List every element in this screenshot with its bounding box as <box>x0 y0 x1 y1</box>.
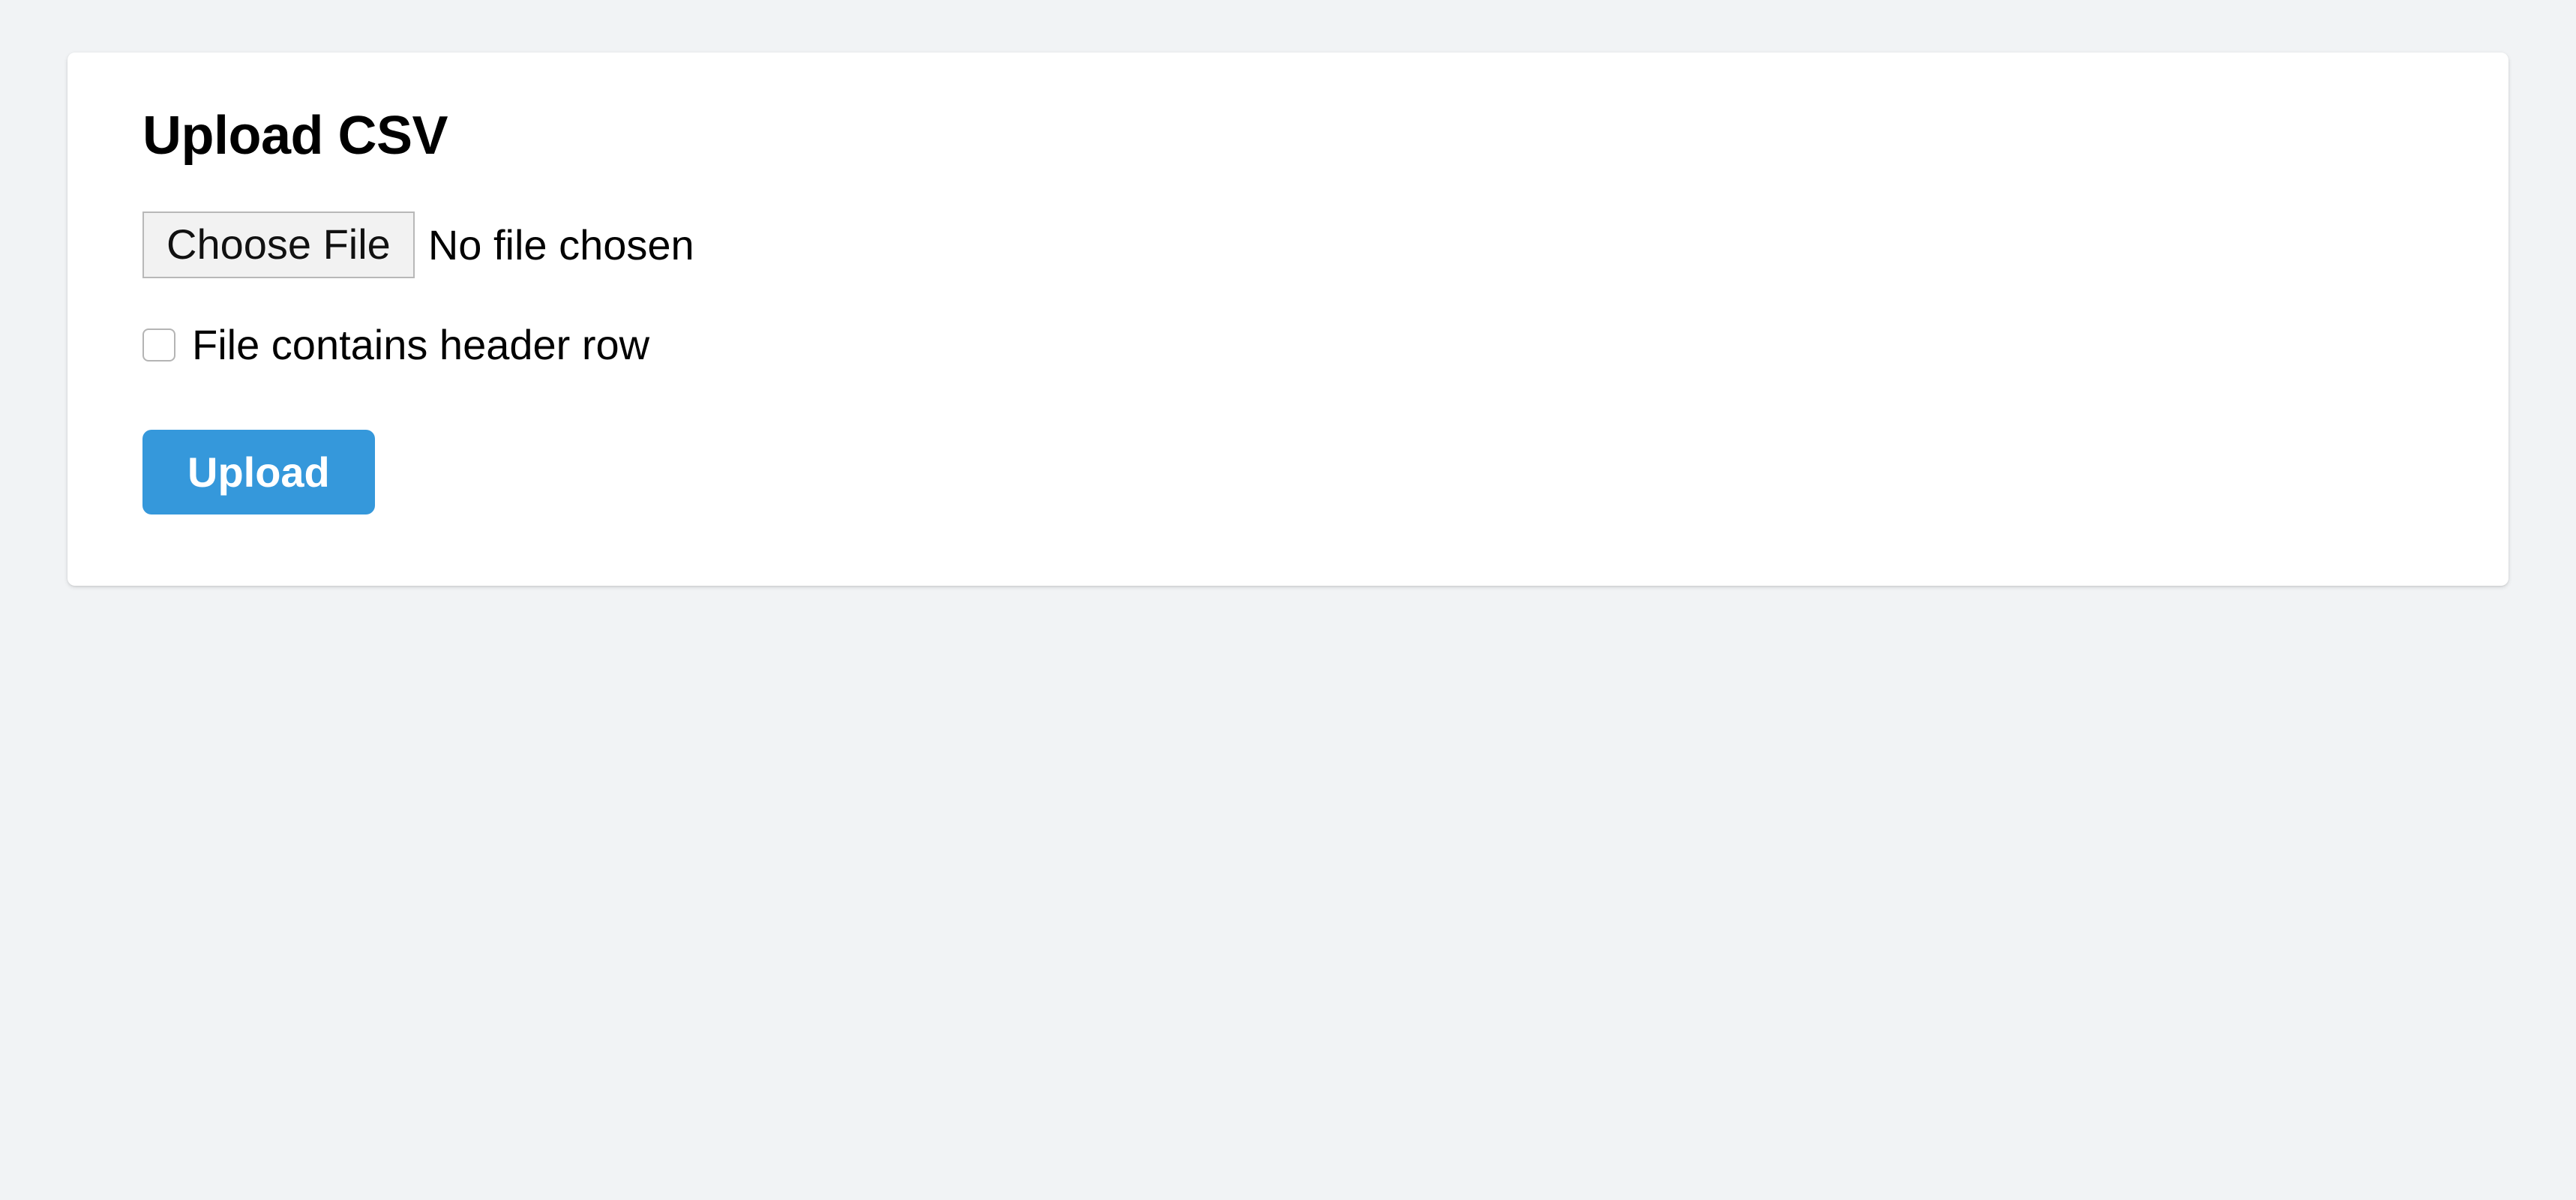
header-row-checkbox-label[interactable]: File contains header row <box>192 320 649 370</box>
file-input-row: Choose File No file chosen <box>142 212 2434 278</box>
header-row-checkbox-group: File contains header row <box>142 320 2434 370</box>
upload-button[interactable]: Upload <box>142 430 375 514</box>
card-title: Upload CSV <box>142 105 2434 166</box>
choose-file-button[interactable]: Choose File <box>142 212 415 278</box>
upload-csv-card: Upload CSV Choose File No file chosen Fi… <box>67 52 2509 586</box>
file-chosen-status: No file chosen <box>428 220 694 270</box>
header-row-checkbox[interactable] <box>142 328 175 362</box>
